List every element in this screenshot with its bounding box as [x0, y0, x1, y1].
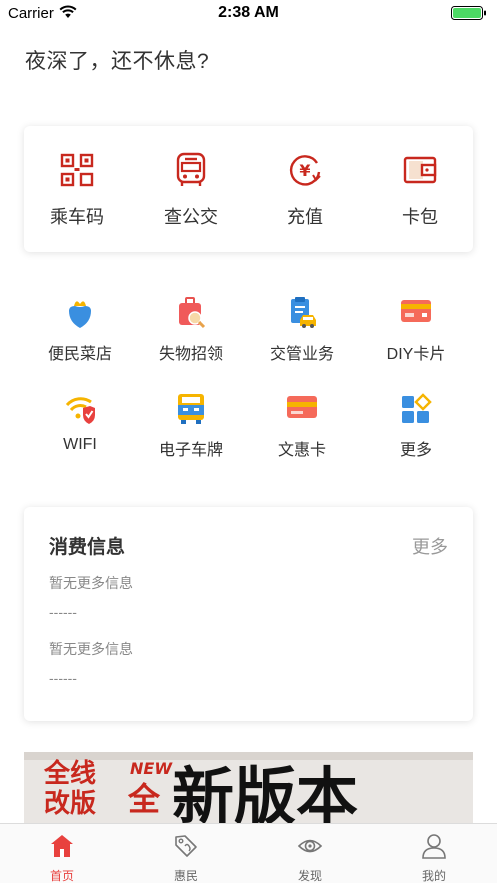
- svg-text:NEW: NEW: [130, 759, 173, 778]
- tab-bar: 首页 惠民 发现 我的: [0, 823, 497, 883]
- consumption-entry-value: ------: [49, 670, 77, 686]
- recharge-button[interactable]: ¥ 充值: [252, 126, 358, 252]
- service-label: WIFI: [63, 436, 97, 453]
- greeting-text: 夜深了，还不休息?: [25, 50, 210, 73]
- svg-text:全线: 全线: [43, 758, 96, 789]
- check-bus-label: 查公交: [164, 207, 218, 227]
- consumption-card: 消费信息 更多 暂无更多信息 ------ 暂无更多信息 ------: [24, 507, 473, 721]
- service-traffic-management[interactable]: 交管业务: [249, 296, 355, 382]
- ride-code-label: 乘车码: [50, 207, 104, 227]
- service-culture-card[interactable]: 文惠卡: [249, 392, 355, 478]
- culture-card-icon: [287, 396, 317, 418]
- svg-text:新版本: 新版本: [172, 760, 358, 824]
- consumption-more-link[interactable]: 更多: [412, 533, 448, 559]
- card-wallet-button[interactable]: 卡包: [367, 126, 473, 252]
- check-bus-button[interactable]: 查公交: [138, 126, 244, 252]
- tab-label: 我的: [421, 869, 446, 883]
- tab-mine[interactable]: 我的: [372, 824, 496, 883]
- status-bar: Carrier 2:38 AM: [0, 0, 497, 26]
- promo-banner-image: 全线 改版 NEW 全 新版本: [24, 752, 473, 824]
- service-label: 电子车牌: [158, 442, 223, 459]
- tab-label: 首页: [49, 869, 74, 883]
- bus-icon: [176, 152, 206, 186]
- service-label: 交管业务: [269, 346, 334, 363]
- card-wallet-label: 卡包: [402, 207, 438, 227]
- tag-icon: [175, 835, 197, 857]
- ride-code-button[interactable]: 乘车码: [24, 126, 130, 252]
- traffic-management-icon: [291, 297, 316, 328]
- yen-recharge-icon: ¥: [289, 155, 321, 186]
- service-diy-card[interactable]: DIY卡片: [363, 296, 469, 382]
- service-vegetable-shop[interactable]: 便民菜店: [27, 296, 133, 382]
- qr-code-icon: [60, 153, 94, 187]
- recharge-label: 充值: [287, 207, 323, 227]
- battery-icon: [451, 6, 486, 20]
- user-icon: [422, 834, 446, 859]
- vegetable-shop-icon: [69, 301, 91, 328]
- service-label: DIY卡片: [386, 346, 446, 363]
- consumption-entry-text: 暂无更多信息: [49, 641, 133, 657]
- service-label: 失物招领: [158, 346, 223, 363]
- service-electronic-plate[interactable]: 电子车牌: [138, 392, 244, 478]
- service-wifi[interactable]: WIFI: [27, 392, 133, 478]
- diy-card-icon: [401, 300, 431, 322]
- service-label: 文惠卡: [277, 442, 326, 459]
- clock: 2:38 AM: [218, 4, 279, 21]
- svg-text:全: 全: [127, 780, 161, 818]
- wifi-shield-icon: [65, 397, 95, 424]
- service-lost-found[interactable]: 失物招领: [138, 296, 244, 382]
- lost-found-icon: [179, 297, 206, 329]
- eye-icon: [297, 839, 323, 853]
- tab-label: 惠民: [173, 869, 198, 883]
- svg-text:改版: 改版: [44, 788, 96, 819]
- service-label: 便民菜店: [47, 346, 112, 363]
- main-actions-card: 乘车码 查公交 ¥ 充值 卡包: [24, 126, 473, 252]
- consumption-title: 消费信息: [49, 537, 126, 558]
- tab-benefits[interactable]: 惠民: [124, 824, 248, 883]
- home-icon: [51, 835, 73, 857]
- consumption-entry-value: ------: [49, 604, 77, 620]
- electronic-plate-icon: [178, 394, 204, 424]
- tab-home[interactable]: 首页: [0, 824, 124, 883]
- service-more[interactable]: 更多: [363, 392, 469, 478]
- tab-label: 发现: [297, 869, 322, 883]
- consumption-entry-text: 暂无更多信息: [49, 575, 133, 591]
- tab-discover[interactable]: 发现: [248, 824, 372, 883]
- more-grid-icon: [402, 393, 432, 423]
- svg-text:¥: ¥: [299, 161, 310, 180]
- service-label: 更多: [399, 442, 432, 459]
- wallet-icon: [403, 156, 437, 184]
- promo-banner[interactable]: 全线 改版 NEW 全 新版本: [24, 752, 473, 824]
